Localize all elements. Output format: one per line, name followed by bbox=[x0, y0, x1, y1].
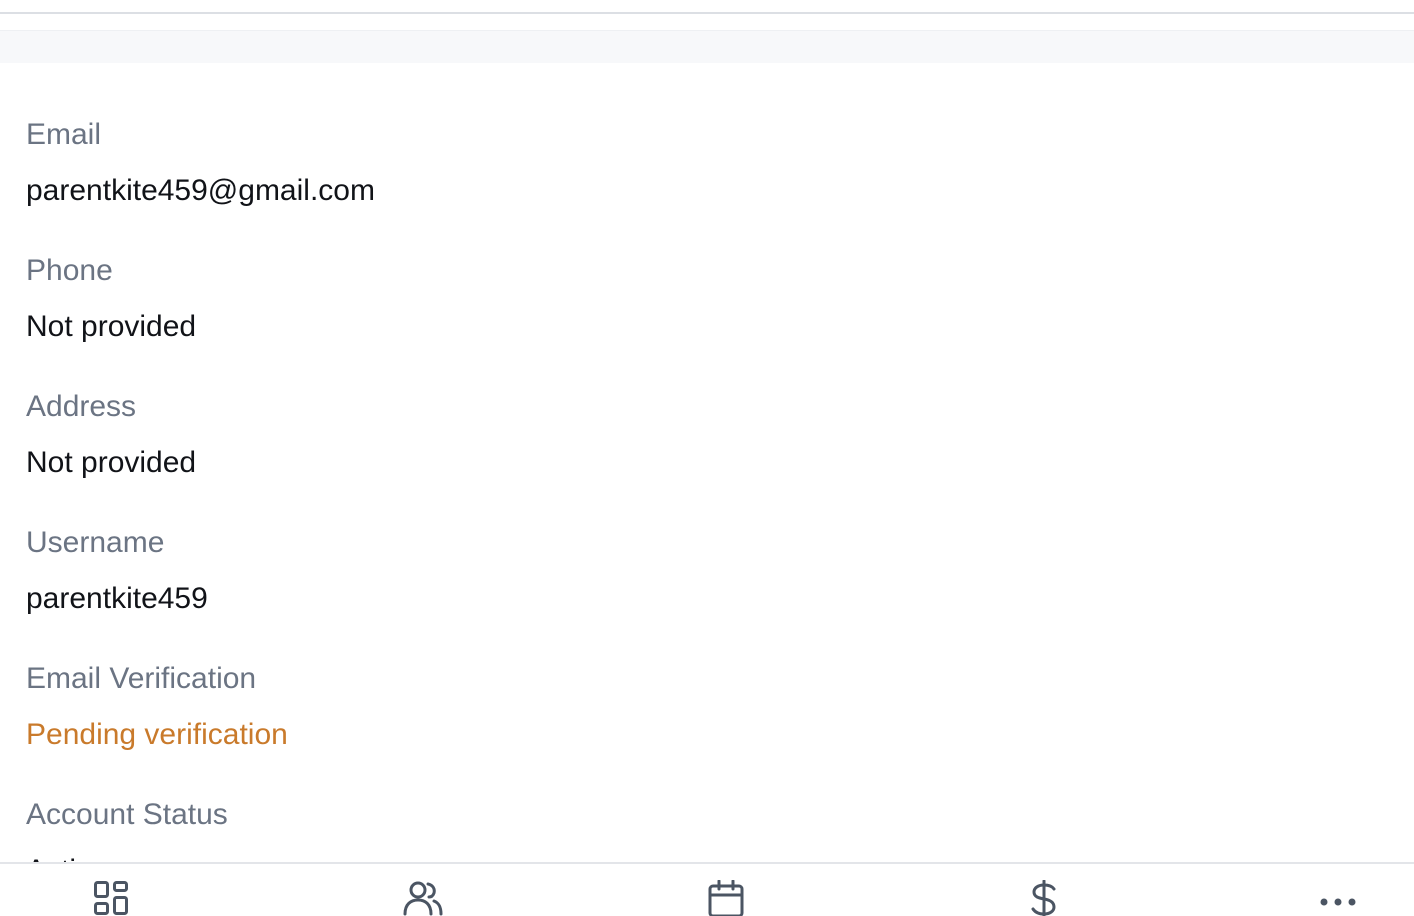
field-label: Email bbox=[26, 118, 102, 151]
field-label: Phone bbox=[26, 254, 113, 287]
profile-details: Email parentkite459@gmail.com Phone Not … bbox=[26, 116, 1386, 916]
field-email-verification: Email Verification Pending verification bbox=[26, 660, 1386, 796]
more-icon bbox=[1320, 898, 1356, 906]
verification-status: Pending verification bbox=[26, 718, 288, 751]
section-header-band bbox=[0, 30, 1414, 63]
field-label: Address bbox=[26, 390, 137, 423]
address-value: Not provided bbox=[26, 446, 197, 479]
email-value: parentkite459@gmail.com bbox=[26, 174, 375, 207]
username-value: parentkite459 bbox=[26, 582, 208, 615]
dollar-icon bbox=[1031, 880, 1056, 916]
dashboard-icon bbox=[94, 881, 128, 915]
tab-dashboard[interactable] bbox=[89, 880, 133, 916]
calendar-icon bbox=[708, 880, 744, 916]
field-label: Account Status bbox=[26, 798, 228, 831]
field-username: Username parentkite459 bbox=[26, 524, 1386, 660]
phone-value: Not provided bbox=[26, 310, 197, 343]
field-email: Email parentkite459@gmail.com bbox=[26, 116, 1386, 252]
header-divider bbox=[0, 12, 1414, 14]
field-label: Email Verification bbox=[26, 662, 257, 695]
tab-billing[interactable] bbox=[1022, 880, 1066, 916]
field-address: Address Not provided bbox=[26, 388, 1386, 524]
field-phone: Phone Not provided bbox=[26, 252, 1386, 388]
tab-more[interactable] bbox=[1316, 880, 1360, 916]
bottom-tab-bar bbox=[0, 862, 1414, 916]
tab-users[interactable] bbox=[401, 880, 445, 916]
tab-calendar[interactable] bbox=[704, 880, 748, 916]
profile-page: Email parentkite459@gmail.com Phone Not … bbox=[0, 0, 1414, 916]
users-icon bbox=[403, 881, 443, 916]
field-label: Username bbox=[26, 526, 165, 559]
